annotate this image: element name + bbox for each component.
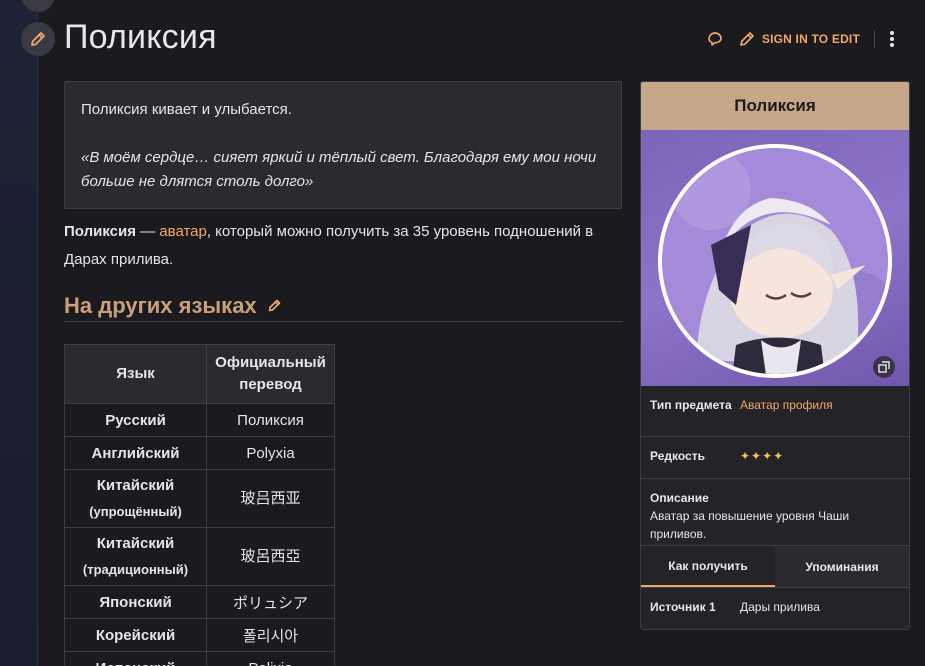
expand-icon [878, 361, 890, 373]
sign-in-to-edit-button[interactable]: SIGN IN TO EDIT [738, 30, 860, 48]
tab-how-to-get[interactable]: Как получить [641, 546, 775, 587]
quote-text: «В моём сердце… сияет яркий и тёплый све… [81, 149, 597, 190]
pencil-icon [31, 32, 45, 46]
quote-box: Поликсия кивает и улыбается. «В моём сер… [64, 81, 622, 209]
rarity-label: Редкость [650, 449, 705, 463]
infobox-tabs: Как получить Упоминания [641, 546, 909, 588]
infobox-row-rarity: Редкость ✦✦✦✦ [641, 437, 909, 479]
infobox-description: Описание Аватар за повышение уровня Чаши… [641, 479, 909, 546]
table-row: Русский Поликсия [64, 403, 335, 437]
avatar-illustration [658, 144, 892, 378]
languages-table: Язык Официальный перевод Русский Поликси… [64, 344, 335, 666]
left-rail [0, 0, 38, 666]
table-row: Корейский 폴리시아 [64, 618, 335, 652]
edit-rail-button[interactable] [21, 22, 55, 56]
language-cell: Китайский (традиционный) [64, 527, 207, 586]
translation-cell: ポリュシア [206, 585, 335, 619]
language-cell: Японский [64, 585, 207, 619]
avatar-image[interactable] [641, 130, 909, 386]
type-label: Тип предмета [650, 398, 732, 412]
infobox-row-type: Тип предмета Аватар профиля [641, 386, 909, 437]
more-options-icon[interactable] [889, 30, 895, 48]
expand-image-button[interactable] [873, 356, 895, 378]
table-row: Японский ポリュシア [64, 585, 335, 619]
language-cell: Корейский [64, 618, 207, 652]
page-actions: SIGN IN TO EDIT [706, 30, 895, 48]
table-header-translation: Официальный перевод [206, 344, 335, 404]
table-row: Английский Polyxia [64, 436, 335, 470]
infobox-title: Поликсия [641, 82, 909, 130]
translation-cell: 玻呂西亞 [206, 527, 335, 586]
source-value: Дары прилива [740, 600, 820, 614]
translation-cell: 玻吕西亚 [206, 469, 335, 528]
language-cell: Китайский (упрощённый) [64, 469, 207, 528]
type-value-link[interactable]: Аватар профиля [740, 396, 833, 426]
language-name: Китайский [96, 534, 175, 552]
tab-mentions[interactable]: Упоминания [775, 546, 909, 587]
language-variant: (традиционный) [82, 561, 189, 577]
intro-dash: — [135, 223, 160, 240]
translation-cell: Polixia [206, 651, 335, 666]
page-title: Поликсия [64, 18, 217, 56]
description-label: Описание [650, 491, 709, 505]
section-heading: На других языках [64, 290, 622, 322]
edit-section-icon[interactable] [267, 298, 282, 313]
infobox-row-source: Источник 1 Дары прилива [641, 588, 909, 626]
table-row: Китайский (упрощённый) 玻吕西亚 [64, 469, 335, 528]
pencil-icon [740, 32, 754, 46]
infobox: Поликсия Тип предмета Аватар профиля Ред… [640, 81, 910, 630]
rarity-stars: ✦✦✦✦ [740, 449, 785, 463]
comment-icon[interactable] [706, 30, 724, 48]
description-value: Аватар за повышение уровня Чаши приливов… [650, 509, 850, 541]
table-row: Испанский Polixia [64, 651, 335, 666]
language-cell: Английский [64, 436, 207, 470]
translation-cell: Polyxia [206, 436, 335, 470]
table-header-language: Язык [64, 344, 207, 404]
source-label: Источник 1 [650, 600, 716, 614]
avatar-link[interactable]: аватар [159, 223, 207, 240]
section-heading-text: На других языках [64, 292, 257, 318]
quote-action: Поликсия кивает и улыбается. [81, 101, 292, 118]
language-variant: (упрощённый) [89, 503, 182, 519]
intro-name: Поликсия [64, 223, 136, 240]
translation-cell: Поликсия [206, 403, 335, 437]
language-name: Китайский [96, 476, 175, 494]
translation-cell: 폴리시아 [206, 618, 335, 652]
table-row: Китайский (традиционный) 玻呂西亞 [64, 527, 335, 586]
language-cell: Русский [64, 403, 207, 437]
sign-in-label: SIGN IN TO EDIT [761, 32, 860, 46]
intro-paragraph: Поликсия — аватар, который можно получит… [64, 218, 622, 274]
actions-divider [874, 30, 875, 48]
language-cell: Испанский [64, 651, 207, 666]
